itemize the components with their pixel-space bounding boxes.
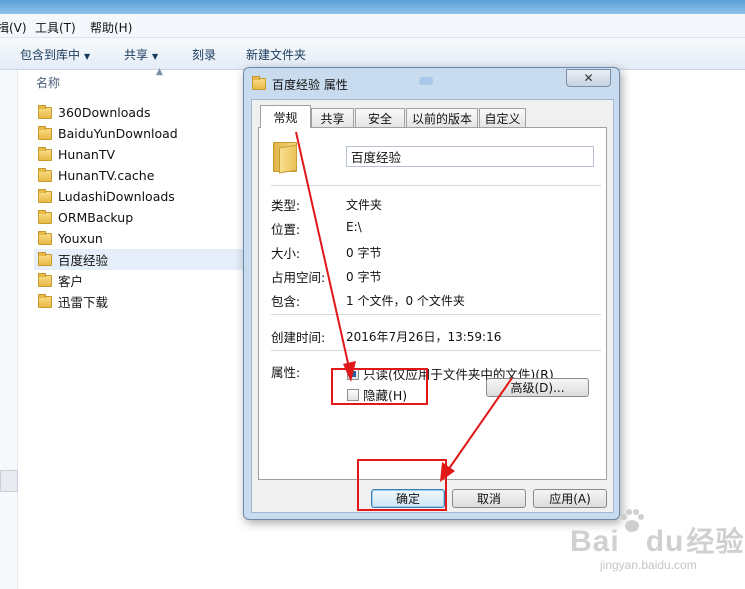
- folder-name: BaiduYunDownload: [58, 126, 178, 141]
- logo-text: Bai: [570, 525, 620, 558]
- list-item[interactable]: 360Downloads: [34, 102, 246, 123]
- properties-dialog: 百度经验 属性 ✕ 常规 共享 安全 以前的版本 自定义 类型: 文件夹 位置:…: [243, 67, 620, 520]
- list-item[interactable]: ORMBackup: [34, 207, 246, 228]
- column-header-name[interactable]: 名称: [36, 74, 60, 91]
- folder-name: 迅雷下载: [58, 295, 109, 310]
- menu-view[interactable]: 揖(V): [0, 19, 27, 36]
- attributes-label: 属性:: [271, 365, 301, 380]
- contains-value: 1 个文件，0 个文件夹: [346, 294, 465, 308]
- dialog-title: 百度经验 属性: [272, 77, 348, 92]
- folder-name: Youxun: [58, 231, 103, 246]
- include-in-library-label: 包含到库中: [20, 48, 81, 62]
- folder-name: HunanTV: [58, 147, 116, 162]
- folder-name: 客户: [58, 274, 84, 289]
- created-value: 2016年7月26日，13:59:16: [346, 330, 502, 344]
- folder-icon: [38, 146, 52, 161]
- folder-name-input[interactable]: [346, 146, 594, 167]
- folder-name: 360Downloads: [58, 105, 151, 120]
- folder-icon: [38, 272, 52, 287]
- list-item-selected[interactable]: 百度经验: [34, 249, 246, 270]
- dialog-titlebar[interactable]: 百度经验 属性: [252, 72, 348, 96]
- titlebar-glare: [419, 77, 433, 85]
- apply-button[interactable]: 应用(A): [533, 489, 607, 508]
- folder-icon: [38, 251, 52, 266]
- folder-icon: [38, 230, 52, 245]
- location-label: 位置:: [271, 222, 301, 237]
- tab-security[interactable]: 安全: [355, 108, 405, 127]
- watermark-url: jingyan.baidu.com: [600, 558, 697, 572]
- baidu-jingyan-logo: Bai du经验: [570, 520, 744, 560]
- cancel-button[interactable]: 取消: [452, 489, 526, 508]
- folder-name: 百度经验: [58, 253, 109, 268]
- include-in-library-button[interactable]: 包含到库中 ▼: [20, 46, 90, 63]
- ok-highlight-box: [357, 459, 447, 511]
- window-titlebar: [0, 0, 745, 14]
- tab-customize[interactable]: 自定义: [479, 108, 526, 127]
- close-button[interactable]: ✕: [566, 69, 611, 87]
- list-item[interactable]: Youxun: [34, 228, 246, 249]
- list-item[interactable]: 迅雷下载: [34, 291, 246, 312]
- divider: [271, 350, 601, 351]
- size-on-disk-value: 0 字节: [346, 270, 382, 284]
- folder-icon: [38, 293, 52, 308]
- contains-label: 包含:: [271, 294, 301, 309]
- divider: [271, 185, 601, 186]
- general-tab-panel: 类型: 文件夹 位置: E:\ 大小: 0 字节 占用空间: 0 字节 包含: …: [258, 127, 607, 480]
- type-value: 文件夹: [346, 198, 383, 212]
- menu-help[interactable]: 帮助(H): [90, 19, 132, 36]
- dialog-client-area: 常规 共享 安全 以前的版本 自定义 类型: 文件夹 位置: E:\ 大小: 0…: [251, 99, 614, 513]
- folder-name: LudashiDownloads: [58, 189, 175, 204]
- divider: [271, 314, 601, 315]
- share-label: 共享: [124, 48, 149, 62]
- tab-general[interactable]: 常规: [260, 105, 311, 128]
- type-label: 类型:: [271, 198, 301, 213]
- folder-icon: [38, 209, 52, 224]
- size-label: 大小:: [271, 246, 301, 261]
- list-item[interactable]: HunanTV.cache: [34, 165, 246, 186]
- folder-icon: [38, 167, 52, 182]
- new-folder-button[interactable]: 新建文件夹: [246, 46, 306, 63]
- menu-tools[interactable]: 工具(T): [35, 19, 76, 36]
- folder-name: HunanTV.cache: [58, 168, 155, 183]
- folder-icon: [273, 142, 299, 174]
- folder-icon: [38, 104, 52, 119]
- list-item[interactable]: LudashiDownloads: [34, 186, 246, 207]
- location-value: E:\: [346, 220, 362, 234]
- list-item[interactable]: HunanTV: [34, 144, 246, 165]
- folder-icon: [38, 188, 52, 203]
- command-bar: 包含到库中 ▼ 共享 ▼ 刻录 新建文件夹: [0, 38, 745, 70]
- hidden-highlight-box: [331, 368, 428, 405]
- logo-text-2: du: [645, 525, 685, 558]
- share-button[interactable]: 共享 ▼: [124, 46, 158, 63]
- size-value: 0 字节: [346, 246, 382, 260]
- tab-sharing[interactable]: 共享: [311, 108, 354, 127]
- folder-name: ORMBackup: [58, 210, 134, 225]
- chevron-down-icon: ▼: [84, 52, 91, 61]
- menu-bar: 揖(V) 工具(T) 帮助(H): [0, 14, 745, 38]
- navigation-pane[interactable]: [0, 70, 18, 589]
- chevron-down-icon: ▼: [152, 52, 159, 61]
- list-item[interactable]: BaiduYunDownload: [34, 123, 246, 144]
- close-icon: ✕: [583, 71, 594, 85]
- sort-ascending-icon: ▲: [156, 67, 163, 77]
- advanced-button[interactable]: 高级(D)...: [486, 378, 589, 397]
- folder-icon: [38, 125, 52, 140]
- navigation-scrollbar[interactable]: [0, 470, 18, 492]
- list-item[interactable]: 客户: [34, 270, 246, 291]
- size-on-disk-label: 占用空间:: [271, 270, 326, 285]
- burn-button[interactable]: 刻录: [192, 46, 216, 63]
- folder-icon: [252, 76, 266, 90]
- logo-cn: 经验: [686, 526, 745, 557]
- file-list: 360Downloads BaiduYunDownload HunanTV Hu…: [34, 102, 246, 312]
- created-label: 创建时间:: [271, 330, 326, 345]
- tab-previous-versions[interactable]: 以前的版本: [406, 108, 478, 127]
